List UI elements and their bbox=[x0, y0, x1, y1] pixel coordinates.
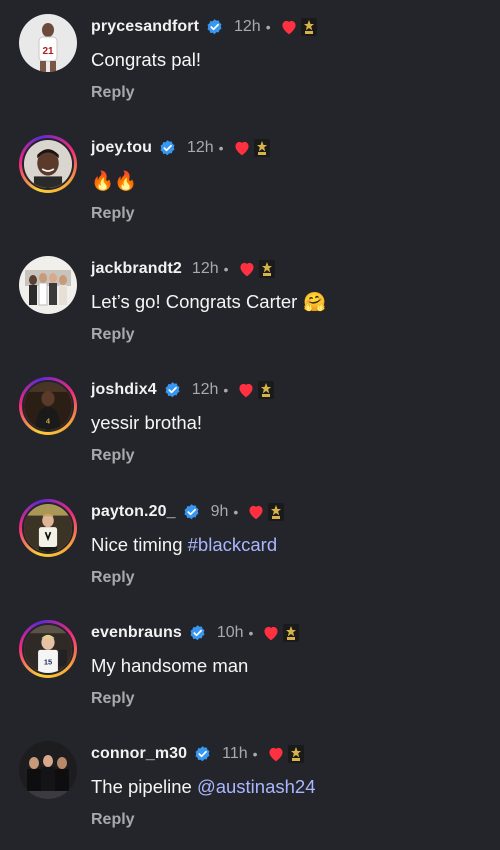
svg-text:15: 15 bbox=[44, 658, 52, 667]
creator-liked-heart-icon bbox=[282, 20, 296, 35]
avatar[interactable] bbox=[19, 135, 77, 193]
verified-badge-icon bbox=[184, 503, 199, 519]
mention-link[interactable]: @austinash24 bbox=[197, 776, 316, 798]
separator-dot: • bbox=[218, 140, 224, 156]
avatar[interactable]: 21 bbox=[19, 14, 77, 72]
creator-avatar-badge-icon bbox=[268, 503, 285, 521]
timestamp: 12h bbox=[191, 260, 219, 277]
username[interactable]: evenbrauns bbox=[91, 624, 182, 642]
timestamp: 10h bbox=[216, 624, 244, 641]
comment-text-row: Let’s go! Congrats Carter 🤗 bbox=[91, 291, 326, 313]
comment-text-row: The pipeline @austinash24 bbox=[91, 776, 316, 798]
comment-text-row: Nice timing #blackcard bbox=[91, 534, 277, 556]
comment-item: 21 prycesandfort 12h • Congrats pal! Rep… bbox=[0, 0, 500, 121]
timestamp: 9h bbox=[210, 503, 229, 520]
creator-liked-heart-icon bbox=[269, 747, 283, 762]
username[interactable]: jackbrandt2 bbox=[91, 260, 182, 278]
reply-button[interactable]: Reply bbox=[91, 84, 135, 102]
username[interactable]: prycesandfort bbox=[91, 18, 199, 36]
creator-avatar-badge-icon bbox=[287, 745, 304, 763]
comment-item: connor_m30 11h • The pipeline @austinash… bbox=[0, 727, 500, 848]
comment-item: joey.tou 12h • 🔥🔥 Reply bbox=[0, 121, 500, 242]
separator-dot: • bbox=[265, 19, 271, 35]
comment-item: 15 evenbrauns 10h • My handsome man Repl… bbox=[0, 606, 500, 727]
reply-button[interactable]: Reply bbox=[91, 690, 135, 708]
comment-item: 4 joshdix4 12h • yessir brotha! Reply bbox=[0, 363, 500, 484]
verified-badge-icon bbox=[165, 381, 180, 397]
comment-text: My handsome man bbox=[91, 655, 249, 676]
comment-emoji: 🔥🔥 bbox=[91, 171, 138, 192]
timestamp: 12h bbox=[191, 381, 219, 398]
avatar[interactable]: 15 bbox=[19, 620, 77, 678]
separator-dot: • bbox=[252, 746, 258, 762]
creator-avatar-badge-icon bbox=[253, 139, 270, 157]
reply-button[interactable]: Reply bbox=[91, 205, 135, 223]
comment-text: Let’s go! Congrats Carter bbox=[91, 291, 298, 312]
verified-badge-icon bbox=[190, 624, 205, 640]
separator-dot: • bbox=[223, 261, 229, 277]
timestamp: 12h bbox=[186, 139, 214, 156]
username[interactable]: connor_m30 bbox=[91, 745, 187, 763]
hashtag-link[interactable]: #blackcard bbox=[188, 534, 277, 556]
creator-avatar-badge-icon bbox=[300, 18, 317, 36]
comment-text: Congrats pal! bbox=[91, 49, 202, 70]
separator-dot: • bbox=[233, 504, 239, 520]
creator-liked-heart-icon bbox=[235, 141, 249, 156]
separator-dot: • bbox=[248, 625, 254, 641]
comment-item: jackbrandt2 12h • Let’s go! Congrats Car… bbox=[0, 242, 500, 363]
svg-text:21: 21 bbox=[42, 46, 54, 57]
username[interactable]: joshdix4 bbox=[91, 381, 157, 399]
creator-avatar-badge-icon bbox=[258, 260, 275, 278]
comment-text: The pipeline bbox=[91, 776, 197, 797]
timestamp: 12h bbox=[234, 18, 261, 35]
comment-item: payton.20_ 9h • Nice timing #blackcard R… bbox=[0, 485, 500, 606]
hugging-face-emoji: 🤗 bbox=[303, 292, 327, 313]
reply-button[interactable]: Reply bbox=[91, 569, 135, 587]
username[interactable]: payton.20_ bbox=[91, 503, 176, 521]
creator-liked-heart-icon bbox=[239, 262, 254, 277]
verified-badge-icon bbox=[195, 745, 210, 761]
comment-text: Nice timing bbox=[91, 534, 188, 555]
comment-text: yessir brotha! bbox=[91, 412, 203, 433]
verified-badge-icon bbox=[160, 139, 175, 155]
separator-dot: • bbox=[223, 382, 229, 398]
verified-badge-icon bbox=[207, 18, 222, 34]
creator-liked-heart-icon bbox=[264, 626, 278, 641]
reply-button[interactable]: Reply bbox=[91, 447, 135, 465]
timestamp: 11h bbox=[222, 745, 248, 762]
creator-liked-heart-icon bbox=[249, 505, 263, 520]
creator-avatar-badge-icon bbox=[283, 624, 300, 642]
avatar[interactable] bbox=[19, 741, 77, 799]
avatar[interactable] bbox=[19, 256, 77, 314]
creator-avatar-badge-icon bbox=[258, 381, 275, 399]
username[interactable]: joey.tou bbox=[91, 139, 152, 157]
reply-button[interactable]: Reply bbox=[91, 811, 135, 829]
reply-button[interactable]: Reply bbox=[91, 326, 135, 344]
creator-liked-heart-icon bbox=[239, 383, 253, 398]
avatar[interactable]: 4 bbox=[19, 377, 77, 435]
avatar[interactable] bbox=[19, 499, 77, 557]
